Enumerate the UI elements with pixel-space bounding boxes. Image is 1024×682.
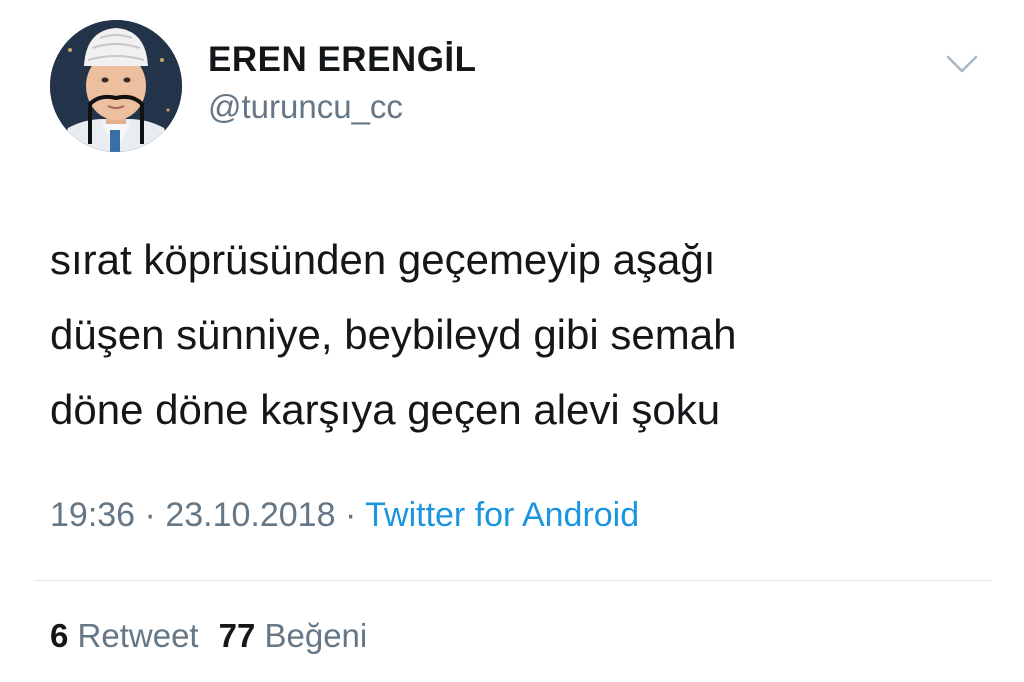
like-count: 77 bbox=[218, 617, 256, 654]
tweet-text-line: döne döne karşıya geçen alevi şoku bbox=[50, 386, 721, 433]
retweet-count: 6 bbox=[50, 617, 69, 654]
retweet-label: Retweet bbox=[77, 617, 199, 654]
engagement-stats: 6 Retweet 77 Beğeni bbox=[50, 617, 367, 655]
tweet-text-line: sırat köprüsünden geçemeyip aşağı bbox=[50, 236, 716, 283]
user-handle[interactable]: @turuncu_cc bbox=[208, 88, 403, 126]
tweet-text-line: düşen sünniye, beybileyd gibi semah bbox=[50, 311, 737, 358]
display-name[interactable]: EREN ERENGİL bbox=[208, 40, 477, 80]
tweet-text: sırat köprüsünden geçemeyip aşağı düşen … bbox=[50, 222, 980, 447]
like-label: Beğeni bbox=[264, 617, 368, 654]
meta-separator: · bbox=[144, 496, 156, 534]
tweet-metadata: 19:36 · 23.10.2018 · Twitter for Android bbox=[50, 496, 639, 535]
tweet-date[interactable]: 23.10.2018 bbox=[165, 496, 335, 534]
avatar[interactable] bbox=[50, 20, 182, 152]
retweet-stat[interactable]: 6 Retweet bbox=[50, 617, 199, 654]
divider bbox=[34, 580, 992, 581]
user-avatar-photo-icon bbox=[50, 20, 182, 152]
tweet-card: EREN ERENGİL @turuncu_cc sırat köprüsünd… bbox=[0, 0, 1024, 682]
chevron-down-icon[interactable] bbox=[944, 52, 980, 76]
tweet-source-link[interactable]: Twitter for Android bbox=[365, 496, 639, 534]
like-stat[interactable]: 77 Beğeni bbox=[219, 617, 368, 654]
tweet-time[interactable]: 19:36 bbox=[50, 496, 135, 534]
meta-separator: · bbox=[344, 496, 357, 534]
